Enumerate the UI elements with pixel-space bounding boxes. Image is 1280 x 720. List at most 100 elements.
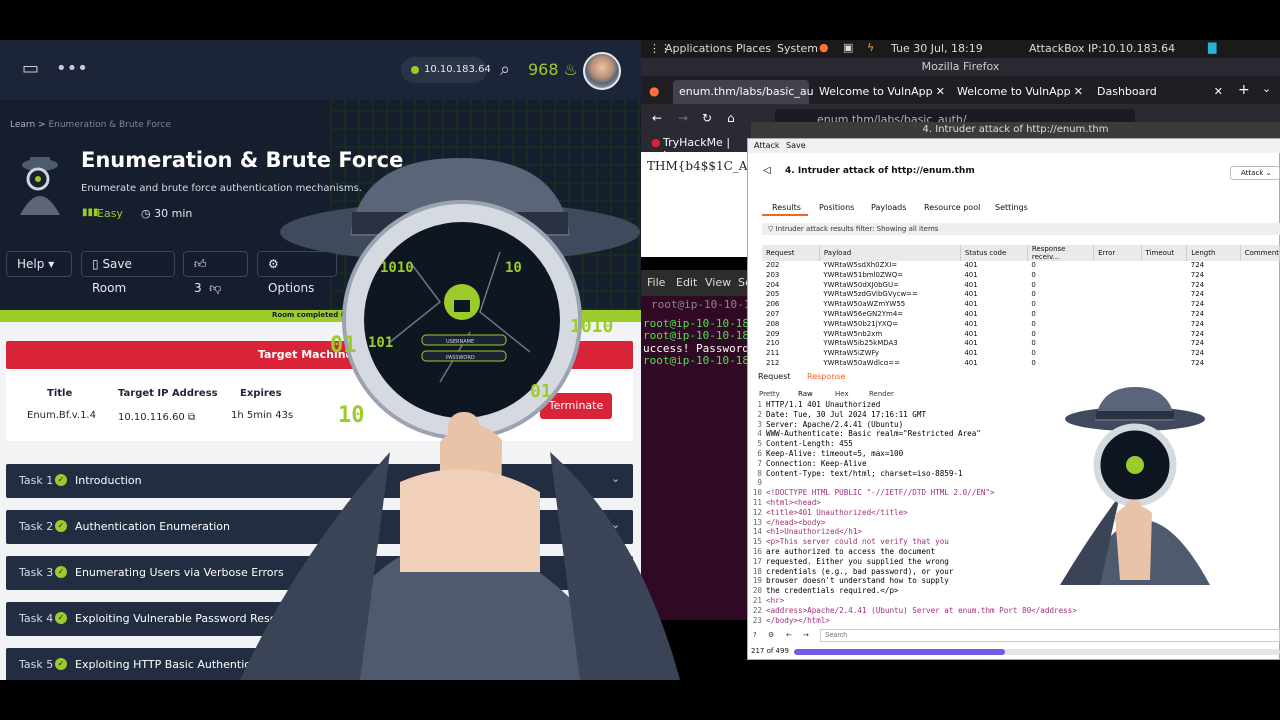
system-menu[interactable]: System xyxy=(777,42,818,55)
binary-digits: 01 xyxy=(330,333,357,358)
applications-menu[interactable]: Applications xyxy=(665,42,732,55)
table-row[interactable]: 203 YWRtaW51bml0ZWQ= 401 0 724 xyxy=(762,271,1280,281)
task-number: Task 2 xyxy=(19,520,54,533)
window-icon[interactable]: ▭ xyxy=(22,58,39,79)
line-text: </body></html> xyxy=(766,615,831,625)
tab-positions[interactable]: Positions xyxy=(819,203,854,212)
firefox-menu-icon[interactable]: ● xyxy=(649,84,659,98)
col-comment[interactable]: Comment xyxy=(1240,245,1280,261)
tab-basic-auth[interactable]: enum.thm/labs/basic_au xyxy=(673,80,814,104)
table-cell: 724 xyxy=(1190,300,1205,309)
col-target-ip: Target IP Address xyxy=(118,388,218,399)
table-cell: 724 xyxy=(1190,280,1205,289)
tab-payloads[interactable]: Payloads xyxy=(871,203,906,212)
clock-icon: ◷ xyxy=(141,207,151,220)
view-render[interactable]: Render xyxy=(869,390,894,398)
terminal-menu-view[interactable]: View xyxy=(705,276,731,289)
results-table[interactable]: Request Payload Status code Response rec… xyxy=(762,245,1280,365)
next-icon[interactable]: → xyxy=(803,631,809,639)
settings-icon[interactable]: ⚙ xyxy=(768,631,774,639)
table-row[interactable]: 209 YWRtaW5nb2xm 401 0 724 xyxy=(762,330,1280,340)
table-row[interactable]: 207 YWRtaW56eGN2Ym4= 401 0 724 xyxy=(762,310,1280,320)
col-payload[interactable]: Payload xyxy=(819,245,961,261)
table-row[interactable]: 204 YWRtaW50dXJ0bGU= 401 0 724 xyxy=(762,281,1280,291)
search-input[interactable] xyxy=(820,629,1280,642)
system-bar: ⋮⋮ Applications Places System ● ▣ ϟ Tue … xyxy=(641,40,1280,58)
table-row[interactable]: 206 YWRtaW50aWZmYW55 401 0 724 xyxy=(762,300,1280,310)
small-mascot-illustration xyxy=(1060,387,1210,585)
table-cell xyxy=(1094,271,1141,281)
table-row[interactable]: 205 YWRtaW5zdGVibGVycw== 401 0 724 xyxy=(762,290,1280,300)
thm-topbar: ▭ ••• 10.10.183.64 ⌕ 968 ♨ xyxy=(0,40,641,100)
help-button[interactable]: Help ▾ xyxy=(6,251,72,277)
tab-settings[interactable]: Settings xyxy=(995,203,1028,212)
tab-vulnapp-1[interactable]: Welcome to VulnApp ✕ xyxy=(813,80,945,104)
line-number: 19 xyxy=(752,576,762,586)
menu-save[interactable]: Save xyxy=(786,141,806,150)
table-cell xyxy=(1141,290,1187,300)
tab-request[interactable]: Request xyxy=(758,372,791,381)
tab-dashboard[interactable]: Dashboard ✕ xyxy=(1091,80,1223,104)
menu-attack[interactable]: Attack xyxy=(754,141,780,150)
col-error[interactable]: Error xyxy=(1093,245,1142,261)
col-request[interactable]: Request xyxy=(762,245,820,261)
save-room-button[interactable]: ▯ Save Room xyxy=(81,251,175,295)
view-hex[interactable]: Hex xyxy=(835,390,849,398)
machine-ip-badge[interactable]: 10.10.183.64 xyxy=(401,57,491,83)
places-menu[interactable]: Places xyxy=(736,42,771,55)
table-cell: 724 xyxy=(1190,329,1205,338)
close-icon[interactable]: ✕ xyxy=(1214,80,1223,104)
col-length[interactable]: Length xyxy=(1186,245,1241,261)
view-pretty[interactable]: Pretty xyxy=(759,390,780,398)
tab-vulnapp-2[interactable]: Welcome to VulnApp ✕ xyxy=(951,80,1083,104)
view-raw[interactable]: Raw xyxy=(798,390,813,398)
table-row[interactable]: 208 YWRtaW50b21jYXQ= 401 0 724 xyxy=(762,320,1280,330)
table-cell: 401 xyxy=(964,319,978,328)
back-icon[interactable]: ◁ xyxy=(763,165,771,176)
table-row[interactable]: 202 YWRtaW5sdXh0ZXI= 401 0 724 xyxy=(762,261,1280,271)
avatar[interactable] xyxy=(583,52,621,90)
table-cell: 210 xyxy=(766,339,780,348)
table-row[interactable]: 211 YWRtaW5iZWFy 401 0 724 xyxy=(762,349,1280,359)
more-icon[interactable]: ••• xyxy=(56,58,88,79)
table-cell xyxy=(1240,349,1279,359)
attack-dropdown[interactable]: Attack ⌄ xyxy=(1230,166,1280,180)
line-text: Server: Apache/2.4.41 (Ubuntu) xyxy=(766,419,904,429)
tab-response[interactable]: Response xyxy=(807,372,845,381)
streak-counter[interactable]: 968 ♨ xyxy=(528,60,578,79)
table-cell: 0 xyxy=(1031,339,1036,348)
terminal-icon[interactable]: ▣ xyxy=(843,41,853,54)
search-icon[interactable]: ⌕ xyxy=(500,59,510,80)
copy-icon[interactable]: ⧉ xyxy=(188,412,195,423)
breadcrumb-learn[interactable]: Learn xyxy=(10,120,35,130)
close-icon[interactable]: ✕ xyxy=(1074,80,1083,104)
tab-list-icon[interactable]: ⌄ xyxy=(1262,82,1271,95)
col-response-received[interactable]: Response receiv... xyxy=(1027,245,1095,261)
target-ip: 10.10.116.60 ⧉ xyxy=(118,412,195,423)
col-status[interactable]: Status code xyxy=(960,245,1028,261)
close-icon[interactable]: ✕ xyxy=(936,80,945,104)
help-icon[interactable]: ? xyxy=(753,631,757,639)
table-cell: 205 xyxy=(766,290,780,299)
results-filter[interactable]: ▽ Intruder attack results filter: Showin… xyxy=(762,223,1280,235)
col-timeout[interactable]: Timeout xyxy=(1141,245,1188,261)
back-icon[interactable]: ← xyxy=(652,111,662,125)
firefox-icon[interactable]: ● xyxy=(819,41,829,54)
tab-results[interactable]: Results xyxy=(772,203,801,212)
home-icon[interactable]: ⌂ xyxy=(727,111,735,125)
table-row[interactable]: 210 YWRtaW5ib25kMDA3 401 0 724 xyxy=(762,339,1280,349)
tab-label: Dashboard xyxy=(1097,85,1157,98)
forward-icon[interactable]: → xyxy=(678,111,688,125)
table-cell xyxy=(1094,320,1141,330)
table-cell xyxy=(1240,359,1279,365)
tab-resource-pool[interactable]: Resource pool xyxy=(924,203,980,212)
response-line: 22 <address>Apache/2.4.41 (Ubuntu) Server… xyxy=(748,606,1280,616)
response-line: 23 </body></html> xyxy=(748,616,1280,626)
table-cell: 724 xyxy=(1190,358,1205,365)
new-tab-icon[interactable]: + xyxy=(1238,82,1250,98)
prev-icon[interactable]: ← xyxy=(786,631,792,639)
reload-icon[interactable]: ↻ xyxy=(702,111,712,125)
like-button[interactable]: 👍︎ 3 👎︎ xyxy=(183,251,248,295)
table-row[interactable]: 212 YWRtaW50aWdlcg== 401 0 724 xyxy=(762,359,1280,365)
burp-icon[interactable]: ϟ xyxy=(867,41,874,54)
